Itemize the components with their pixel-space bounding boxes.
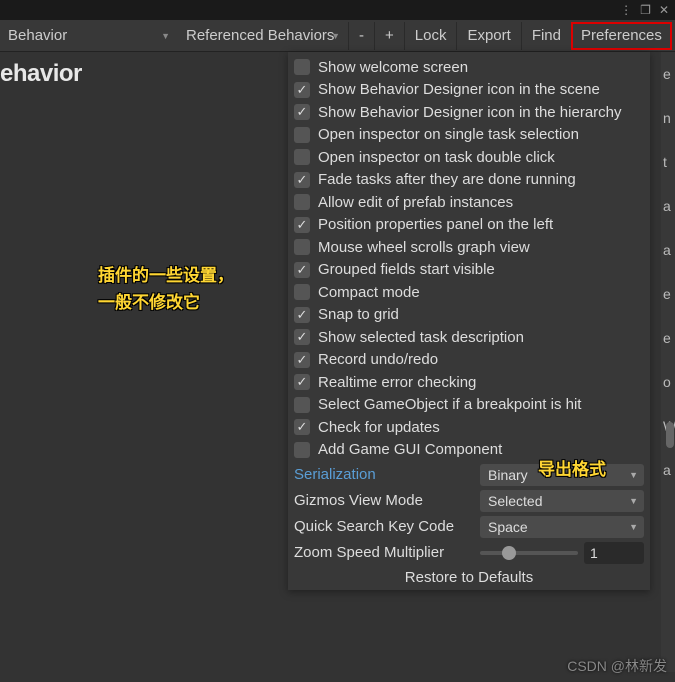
checkbox[interactable] bbox=[294, 82, 310, 98]
behavior-dropdown-label: Behavior bbox=[8, 27, 67, 44]
checkbox-label: Snap to grid bbox=[318, 306, 399, 323]
checkbox[interactable] bbox=[294, 217, 310, 233]
pref-row: Allow edit of prefab instances bbox=[294, 191, 644, 214]
behavior-dropdown[interactable]: Behavior ▼ bbox=[0, 20, 178, 51]
checkbox[interactable] bbox=[294, 172, 310, 188]
plus-button[interactable]: + bbox=[374, 22, 404, 50]
checkbox[interactable] bbox=[294, 59, 310, 75]
serialization-label[interactable]: Serialization bbox=[294, 466, 480, 483]
pref-row: Check for updates bbox=[294, 416, 644, 439]
checkbox-label: Show welcome screen bbox=[318, 59, 468, 76]
canvas-area[interactable]: ehavior 插件的一些设置， 一般不修改它 bbox=[0, 52, 290, 682]
checkbox[interactable] bbox=[294, 352, 310, 368]
referenced-behaviors-dropdown[interactable]: Referenced Behaviors ▼ bbox=[178, 20, 348, 51]
gizmos-value: Selected bbox=[488, 493, 542, 509]
checkbox-label: Show Behavior Designer icon in the hiera… bbox=[318, 104, 622, 121]
preferences-button[interactable]: Preferences bbox=[571, 22, 672, 50]
zoom-slider[interactable] bbox=[480, 551, 578, 555]
pref-row: Fade tasks after they are done running bbox=[294, 169, 644, 192]
pref-row: Record undo/redo bbox=[294, 349, 644, 372]
checkbox-label: Fade tasks after they are done running bbox=[318, 171, 576, 188]
toolbar: Behavior ▼ Referenced Behaviors ▼ - + Lo… bbox=[0, 20, 675, 52]
preferences-panel: Show welcome screen Show Behavior Designe… bbox=[288, 52, 650, 590]
checkbox-label: Check for updates bbox=[318, 419, 440, 436]
checkbox[interactable] bbox=[294, 397, 310, 413]
quicksearch-label: Quick Search Key Code bbox=[294, 518, 480, 535]
chevron-down-icon: ▼ bbox=[629, 470, 638, 480]
checkbox[interactable] bbox=[294, 262, 310, 278]
scrollbar[interactable] bbox=[665, 52, 675, 562]
checkbox-label: Grouped fields start visible bbox=[318, 261, 495, 278]
chevron-down-icon: ▼ bbox=[629, 522, 638, 532]
checkbox-label: Show selected task description bbox=[318, 329, 524, 346]
export-button[interactable]: Export bbox=[456, 22, 520, 50]
pref-row: Compact mode bbox=[294, 281, 644, 304]
restore-defaults-button[interactable]: Restore to Defaults bbox=[294, 565, 644, 586]
watermark: CSDN @林新发 bbox=[567, 656, 667, 676]
pref-row: Show Behavior Designer icon in the hiera… bbox=[294, 101, 644, 124]
gizmos-label: Gizmos View Mode bbox=[294, 492, 480, 509]
menu-icon[interactable]: ⋮ bbox=[620, 3, 632, 17]
checkbox-label: Select GameObject if a breakpoint is hit bbox=[318, 396, 581, 413]
checkbox-label: Open inspector on single task selection bbox=[318, 126, 579, 143]
window-titlebar: ⋮ ❐ ✕ bbox=[0, 0, 675, 20]
checkbox-label: Mouse wheel scrolls graph view bbox=[318, 239, 530, 256]
checkbox[interactable] bbox=[294, 442, 310, 458]
pref-row: Grouped fields start visible bbox=[294, 259, 644, 282]
gizmos-select[interactable]: Selected ▼ bbox=[480, 490, 644, 512]
pref-row: Open inspector on task double click bbox=[294, 146, 644, 169]
checkbox-label: Record undo/redo bbox=[318, 351, 438, 368]
checkbox-label: Open inspector on task double click bbox=[318, 149, 555, 166]
checkbox-label: Compact mode bbox=[318, 284, 420, 301]
checkbox[interactable] bbox=[294, 239, 310, 255]
find-button[interactable]: Find bbox=[521, 22, 571, 50]
quicksearch-select[interactable]: Space ▼ bbox=[480, 516, 644, 538]
pref-row: Realtime error checking bbox=[294, 371, 644, 394]
checkbox-label: Realtime error checking bbox=[318, 374, 476, 391]
pref-row: Mouse wheel scrolls graph view bbox=[294, 236, 644, 259]
chevron-down-icon: ▼ bbox=[629, 496, 638, 506]
slider-thumb[interactable] bbox=[502, 546, 516, 560]
checkbox[interactable] bbox=[294, 419, 310, 435]
minus-button[interactable]: - bbox=[348, 22, 374, 50]
pref-row: Position properties panel on the left bbox=[294, 214, 644, 237]
pref-row: Open inspector on single task selection bbox=[294, 124, 644, 147]
pref-row: Snap to grid bbox=[294, 304, 644, 327]
page-title: ehavior bbox=[0, 52, 290, 88]
serialization-value: Binary bbox=[488, 467, 528, 483]
chevron-down-icon: ▼ bbox=[331, 31, 340, 41]
checkbox[interactable] bbox=[294, 284, 310, 300]
checkbox[interactable] bbox=[294, 374, 310, 390]
maximize-icon[interactable]: ❐ bbox=[640, 3, 651, 17]
pref-row: Show selected task description bbox=[294, 326, 644, 349]
zoom-label: Zoom Speed Multiplier bbox=[294, 544, 480, 561]
annotation-settings: 插件的一些设置， 一般不修改它 bbox=[98, 262, 234, 316]
checkbox[interactable] bbox=[294, 194, 310, 210]
zoom-input[interactable]: 1 bbox=[584, 542, 644, 564]
quicksearch-value: Space bbox=[488, 519, 528, 535]
checkbox[interactable] bbox=[294, 329, 310, 345]
checkbox[interactable] bbox=[294, 127, 310, 143]
checkbox-label: Show Behavior Designer icon in the scene bbox=[318, 81, 600, 98]
lock-button[interactable]: Lock bbox=[404, 22, 457, 50]
scrollbar-thumb[interactable] bbox=[666, 422, 674, 448]
checkbox-label: Allow edit of prefab instances bbox=[318, 194, 513, 211]
pref-row: Show welcome screen bbox=[294, 56, 644, 79]
pref-row: Show Behavior Designer icon in the scene bbox=[294, 79, 644, 102]
referenced-dropdown-label: Referenced Behaviors bbox=[186, 27, 334, 44]
pref-row: Select GameObject if a breakpoint is hit bbox=[294, 394, 644, 417]
checkbox[interactable] bbox=[294, 149, 310, 165]
chevron-down-icon: ▼ bbox=[161, 31, 170, 41]
checkbox-label: Add Game GUI Component bbox=[318, 441, 502, 458]
checkbox[interactable] bbox=[294, 307, 310, 323]
close-icon[interactable]: ✕ bbox=[659, 3, 669, 17]
checkbox-label: Position properties panel on the left bbox=[318, 216, 553, 233]
checkbox[interactable] bbox=[294, 104, 310, 120]
annotation-export-format: 导出格式 bbox=[538, 455, 606, 480]
